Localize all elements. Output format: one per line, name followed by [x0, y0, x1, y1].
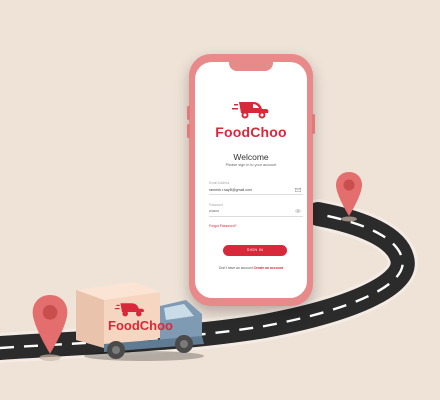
- eye-icon[interactable]: [295, 209, 301, 213]
- sign-in-button[interactable]: SIGN IN: [223, 245, 287, 256]
- logo: [195, 98, 307, 125]
- create-account-link[interactable]: Create an account: [254, 266, 283, 270]
- phone-mockup: FoodChoo Welcome Please sign in to your …: [187, 54, 315, 306]
- page-subtitle: Please sign in to your account: [225, 163, 277, 167]
- password-underline: [209, 216, 303, 217]
- password-field[interactable]: ••••••••: [209, 209, 219, 213]
- page-title: Welcome: [233, 152, 269, 162]
- create-account-row: Don't have an account Create an account: [195, 266, 307, 270]
- email-field[interactable]: ramesh.r.sayB@gmail.com: [209, 188, 252, 192]
- email-underline: [209, 194, 303, 195]
- brand-name: FoodChoo: [215, 124, 287, 140]
- volume-button: [187, 124, 190, 138]
- power-button: [312, 114, 315, 134]
- phone-notch: [229, 62, 273, 71]
- truck-brand-text: FoodChoo: [108, 318, 173, 333]
- login-screen: FoodChoo Welcome Please sign in to your …: [195, 62, 307, 298]
- delivery-scooter-icon: [232, 102, 269, 119]
- mail-icon: [295, 188, 301, 192]
- email-label: Email Address: [209, 181, 230, 185]
- forgot-password-link[interactable]: Forgot Password?: [209, 224, 237, 228]
- location-pin-icon: [336, 172, 362, 222]
- volume-button: [187, 106, 190, 120]
- location-pin-icon: [32, 295, 68, 361]
- password-label: Password: [209, 203, 223, 207]
- delivery-truck: FoodChoo: [76, 282, 204, 361]
- no-account-text: Don't have an account: [219, 266, 253, 270]
